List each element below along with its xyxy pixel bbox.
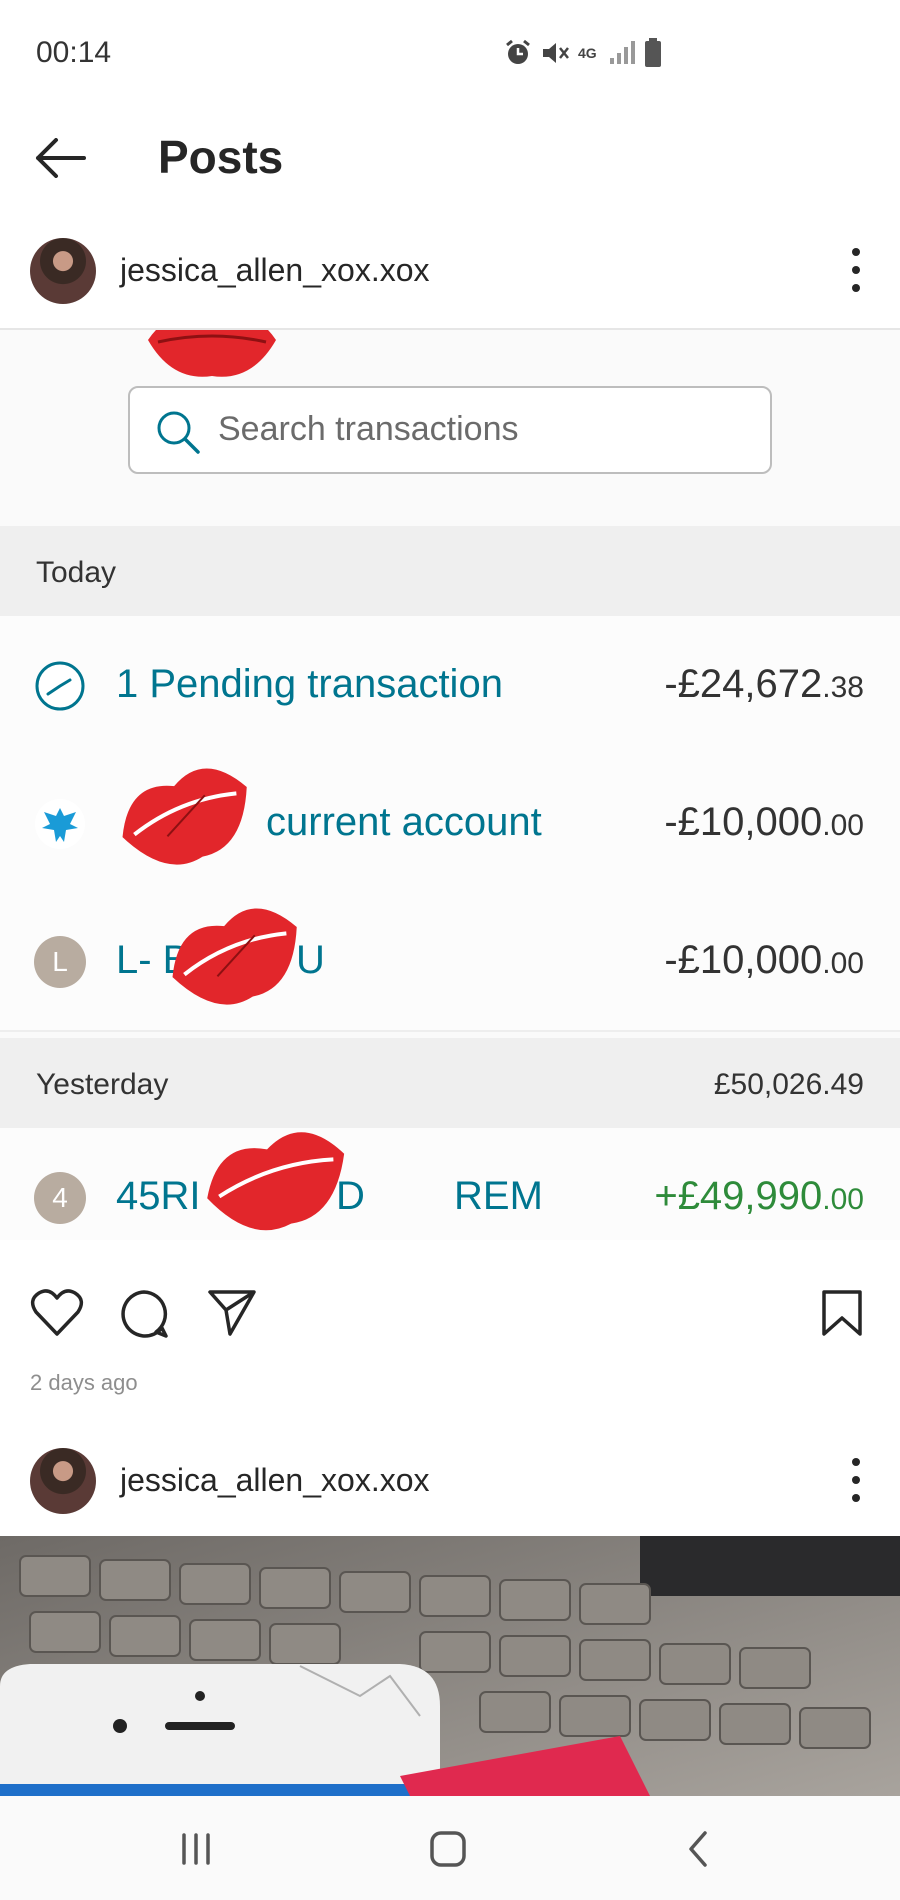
avatar[interactable] xyxy=(30,1448,96,1514)
transaction-amount: -£10,000.00 xyxy=(664,800,864,844)
search-transactions-field: Search transactions xyxy=(128,386,772,474)
alarm-icon xyxy=(506,39,530,64)
transaction-row: current account -£10,000.00 xyxy=(0,754,900,894)
post-username[interactable]: jessica_allen_xox.xox xyxy=(120,252,430,289)
heart-icon[interactable] xyxy=(30,1288,84,1338)
battery-icon xyxy=(645,38,661,67)
lips-sticker xyxy=(122,768,247,865)
comment-icon[interactable] xyxy=(118,1288,170,1340)
system-back-button[interactable] xyxy=(668,1824,728,1874)
section-header-yesterday: Yesterday £50,026.49 xyxy=(0,1038,900,1128)
avatar[interactable] xyxy=(30,238,96,304)
back-button[interactable] xyxy=(30,128,90,188)
home-button[interactable] xyxy=(418,1824,478,1874)
lips-sticker xyxy=(172,908,297,1005)
transaction-row: 4 45RI D REM +£49,990.00 xyxy=(0,1128,900,1240)
network-type: 4G xyxy=(578,45,597,61)
more-options-button[interactable] xyxy=(846,248,866,292)
search-icon xyxy=(157,411,200,454)
top-bar: Posts xyxy=(0,110,900,210)
post-username[interactable]: jessica_allen_xox.xox xyxy=(120,1462,430,1499)
more-options-button[interactable] xyxy=(846,1458,866,1502)
post-image[interactable]: Search transactions Today 1 Pending tran… xyxy=(0,328,900,1240)
page-title: Posts xyxy=(158,131,284,183)
section-label: Yesterday xyxy=(36,1068,169,1101)
recent-apps-icon xyxy=(182,1833,210,1865)
lips-sticker xyxy=(207,1132,345,1231)
post-image[interactable] xyxy=(0,1536,900,1796)
section-label: Today xyxy=(36,556,117,589)
transaction-name: current account xyxy=(266,800,542,844)
transaction-row: 1 Pending transaction -£24,672.38 xyxy=(0,616,900,756)
post-timestamp: 2 days ago xyxy=(30,1370,138,1395)
chevron-left-icon xyxy=(689,1831,707,1867)
arrow-left-icon xyxy=(36,138,86,178)
pending-clock-icon xyxy=(35,661,85,711)
transaction-name: 45RI xyxy=(116,1174,201,1218)
eagle-logo-icon xyxy=(35,799,85,849)
letter-avatar: 4 xyxy=(34,1172,86,1224)
system-nav-bar xyxy=(0,1796,900,1900)
section-total: £50,026.49 xyxy=(713,1068,864,1101)
recent-apps-button[interactable] xyxy=(166,1824,226,1874)
photo-keyboard-phone xyxy=(0,1536,900,1796)
signal-icon xyxy=(610,41,635,64)
status-icons: 4G xyxy=(504,38,662,68)
transaction-row: L L- B U -£10,000.00 xyxy=(0,892,900,1032)
post-header: jessica_allen_xox.xox xyxy=(0,220,900,320)
transaction-name: 1 Pending transaction xyxy=(116,662,503,706)
status-bar: 00:14 4G xyxy=(0,0,900,110)
mute-icon xyxy=(543,43,569,63)
section-header-today: Today xyxy=(0,526,900,616)
share-icon[interactable] xyxy=(206,1288,258,1338)
post-header: jessica_allen_xox.xox xyxy=(0,1430,900,1530)
bookmark-icon[interactable] xyxy=(820,1288,864,1338)
status-time: 00:14 xyxy=(36,36,112,69)
transaction-amount: +£49,990.00 xyxy=(654,1174,864,1218)
search-placeholder: Search transactions xyxy=(218,410,519,448)
transaction-amount: -£10,000.00 xyxy=(664,938,864,982)
transaction-amount: -£24,672.38 xyxy=(664,662,864,706)
lips-sticker xyxy=(148,330,276,377)
letter-avatar: L xyxy=(34,936,86,988)
transaction-reference: REM xyxy=(454,1174,543,1218)
post-actions xyxy=(0,1282,900,1352)
home-icon xyxy=(430,1831,466,1867)
